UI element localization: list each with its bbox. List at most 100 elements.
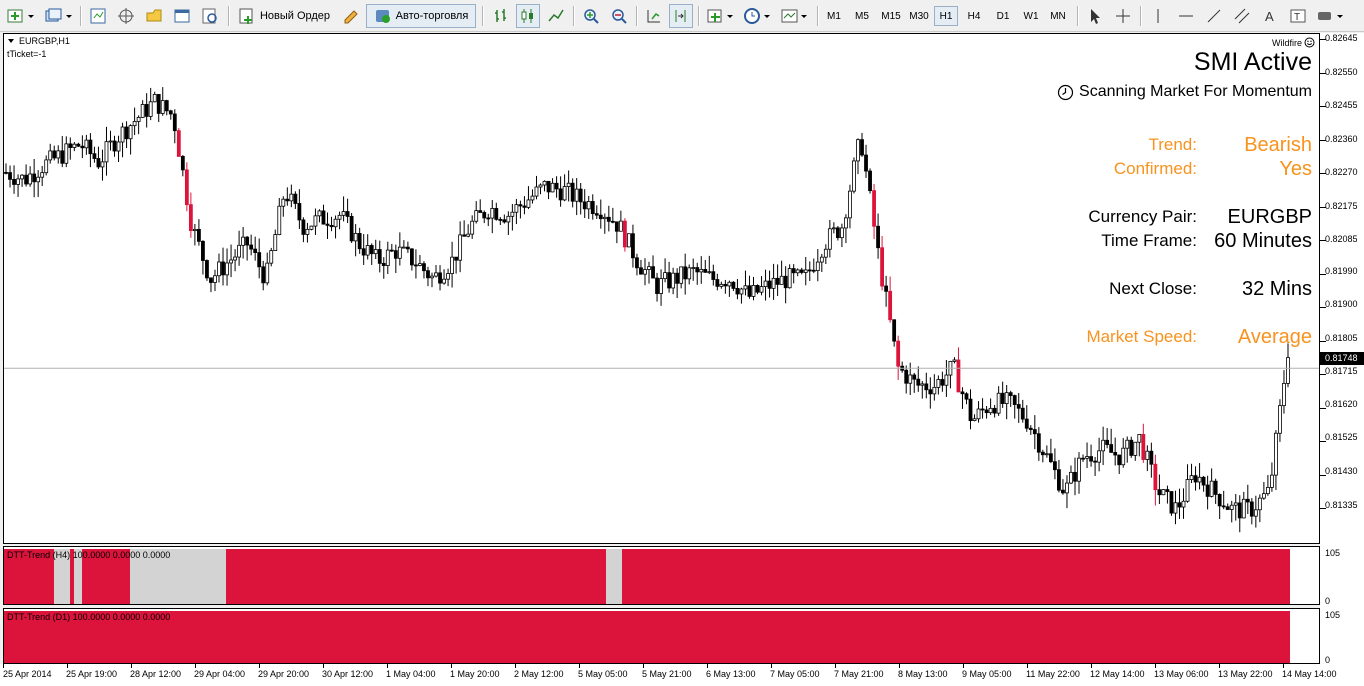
candle-body	[1032, 429, 1037, 435]
candle-body	[450, 256, 454, 274]
arrows-icon[interactable]	[1314, 4, 1348, 28]
candle-body	[807, 269, 812, 272]
profiles-icon[interactable]	[42, 4, 76, 28]
text-label-icon[interactable]: T	[1286, 4, 1310, 28]
horizontal-line-icon[interactable]	[1174, 4, 1198, 28]
candle-body	[88, 139, 93, 155]
price-axis[interactable]: 0.82645 0.82550 0.82455 0.82360 0.82270 …	[1320, 33, 1364, 665]
time-tick	[67, 664, 68, 668]
candle-body	[787, 268, 792, 289]
sub2-scale-top: 105	[1325, 610, 1341, 620]
dtt-trend-h4-window[interactable]: DTT-Trend (H4) 100.0000 0.0000 0.0000	[3, 546, 1320, 605]
timeframe-mn[interactable]: MN	[1045, 6, 1071, 26]
zoom-in-icon[interactable]	[579, 4, 603, 28]
candle-body	[888, 290, 893, 321]
timeframe-h4[interactable]: H4	[961, 6, 987, 26]
candle-body	[245, 236, 250, 246]
indicators-icon[interactable]	[704, 4, 738, 28]
templates-icon[interactable]	[778, 4, 812, 28]
new-chart-icon[interactable]	[4, 4, 38, 28]
periods-clock-icon[interactable]	[741, 4, 775, 28]
terminal-icon[interactable]	[170, 4, 194, 28]
cursor-icon[interactable]	[1083, 4, 1107, 28]
candle-body	[172, 113, 177, 132]
market-watch-icon[interactable]	[86, 4, 110, 28]
candle-body	[518, 204, 523, 207]
candle-body	[823, 248, 828, 258]
candle-body	[1197, 476, 1202, 483]
candle-body	[4, 171, 8, 174]
bar-chart-icon[interactable]	[489, 4, 513, 28]
time-tick-label: 1 May 04:00	[386, 669, 436, 679]
price-tick	[1320, 340, 1326, 342]
candlestick-icon[interactable]	[516, 4, 540, 28]
candle-body	[1270, 474, 1274, 488]
candle-body	[466, 233, 471, 237]
candle-body	[1278, 405, 1282, 434]
autoscroll-icon[interactable]	[642, 4, 666, 28]
timeframe-m5[interactable]: M5	[849, 6, 875, 26]
time-tick	[387, 664, 388, 668]
time-tick	[1155, 664, 1156, 668]
candle-body	[349, 216, 354, 242]
autotrading-button[interactable]: Авто-торговля	[366, 4, 476, 28]
text-tool-icon[interactable]: A	[1258, 4, 1282, 28]
candle-body	[872, 190, 876, 227]
candle-body	[687, 267, 692, 280]
candle-body	[229, 259, 233, 264]
candle-body	[1177, 502, 1182, 508]
time-tick	[515, 664, 516, 668]
price-tick	[1320, 206, 1326, 208]
candle-body	[562, 186, 567, 201]
candle-body	[635, 257, 639, 269]
candle-body	[1237, 502, 1242, 519]
pair-label: Currency Pair:	[1088, 207, 1197, 226]
candle-body	[32, 173, 37, 183]
candle-body	[526, 199, 531, 208]
price-tick	[1320, 39, 1326, 40]
line-chart-icon[interactable]	[544, 4, 568, 28]
candle-body	[1217, 493, 1222, 507]
candle-body	[908, 374, 913, 384]
metaeditor-icon[interactable]	[339, 4, 363, 28]
timeframe-d1[interactable]: D1	[990, 6, 1016, 26]
channel-icon[interactable]	[1230, 4, 1254, 28]
candle-body	[534, 186, 539, 197]
timeframe-h1[interactable]: H1	[934, 6, 958, 26]
timeframe-m15[interactable]: M15	[877, 6, 905, 26]
candle-body	[100, 161, 105, 168]
chart-shift-icon[interactable]	[669, 4, 693, 28]
price-tick-label: 0.81525	[1325, 432, 1358, 442]
crosshair-icon[interactable]	[1111, 4, 1135, 28]
dtt-trend-d1-window[interactable]: DTT-Trend (D1) 100.0000 0.0000 0.0000	[3, 608, 1320, 664]
candle-body	[430, 275, 434, 279]
vertical-line-icon[interactable]	[1146, 4, 1170, 28]
main-chart[interactable]: EURGBP,H1 tTicket=-1 Wildfire SMI Active…	[3, 33, 1320, 544]
candle-body	[695, 267, 700, 273]
tester-icon[interactable]	[198, 4, 222, 28]
timeframe-m30[interactable]: M30	[905, 6, 933, 26]
candle-body	[124, 126, 129, 140]
candle-body	[831, 227, 836, 230]
candle-body	[442, 278, 446, 284]
timeframe-m1[interactable]: M1	[823, 6, 845, 26]
candle-body	[675, 272, 680, 284]
time-axis[interactable]: 25 Apr 2014 25 Apr 19:00 28 Apr 12:00 29…	[0, 664, 1364, 686]
candle-body	[976, 408, 981, 420]
navigator-icon[interactable]	[114, 4, 138, 28]
candle-body	[313, 215, 318, 227]
candle-body	[1069, 471, 1073, 484]
zoom-out-icon[interactable]	[607, 4, 631, 28]
trendline-icon[interactable]	[1202, 4, 1226, 28]
candle-body	[1257, 497, 1262, 511]
candle-body	[1012, 395, 1017, 405]
candle-body	[659, 278, 663, 294]
candle-body	[64, 143, 69, 164]
favorites-icon[interactable]	[142, 4, 166, 28]
timeframe-w1[interactable]: W1	[1018, 6, 1044, 26]
candle-body	[928, 389, 933, 395]
new-order-button[interactable]: Новый Ордер	[233, 4, 335, 28]
candle-body	[1286, 357, 1290, 384]
current-price-label: 0.81748	[1320, 352, 1364, 365]
candle-body	[799, 269, 804, 273]
